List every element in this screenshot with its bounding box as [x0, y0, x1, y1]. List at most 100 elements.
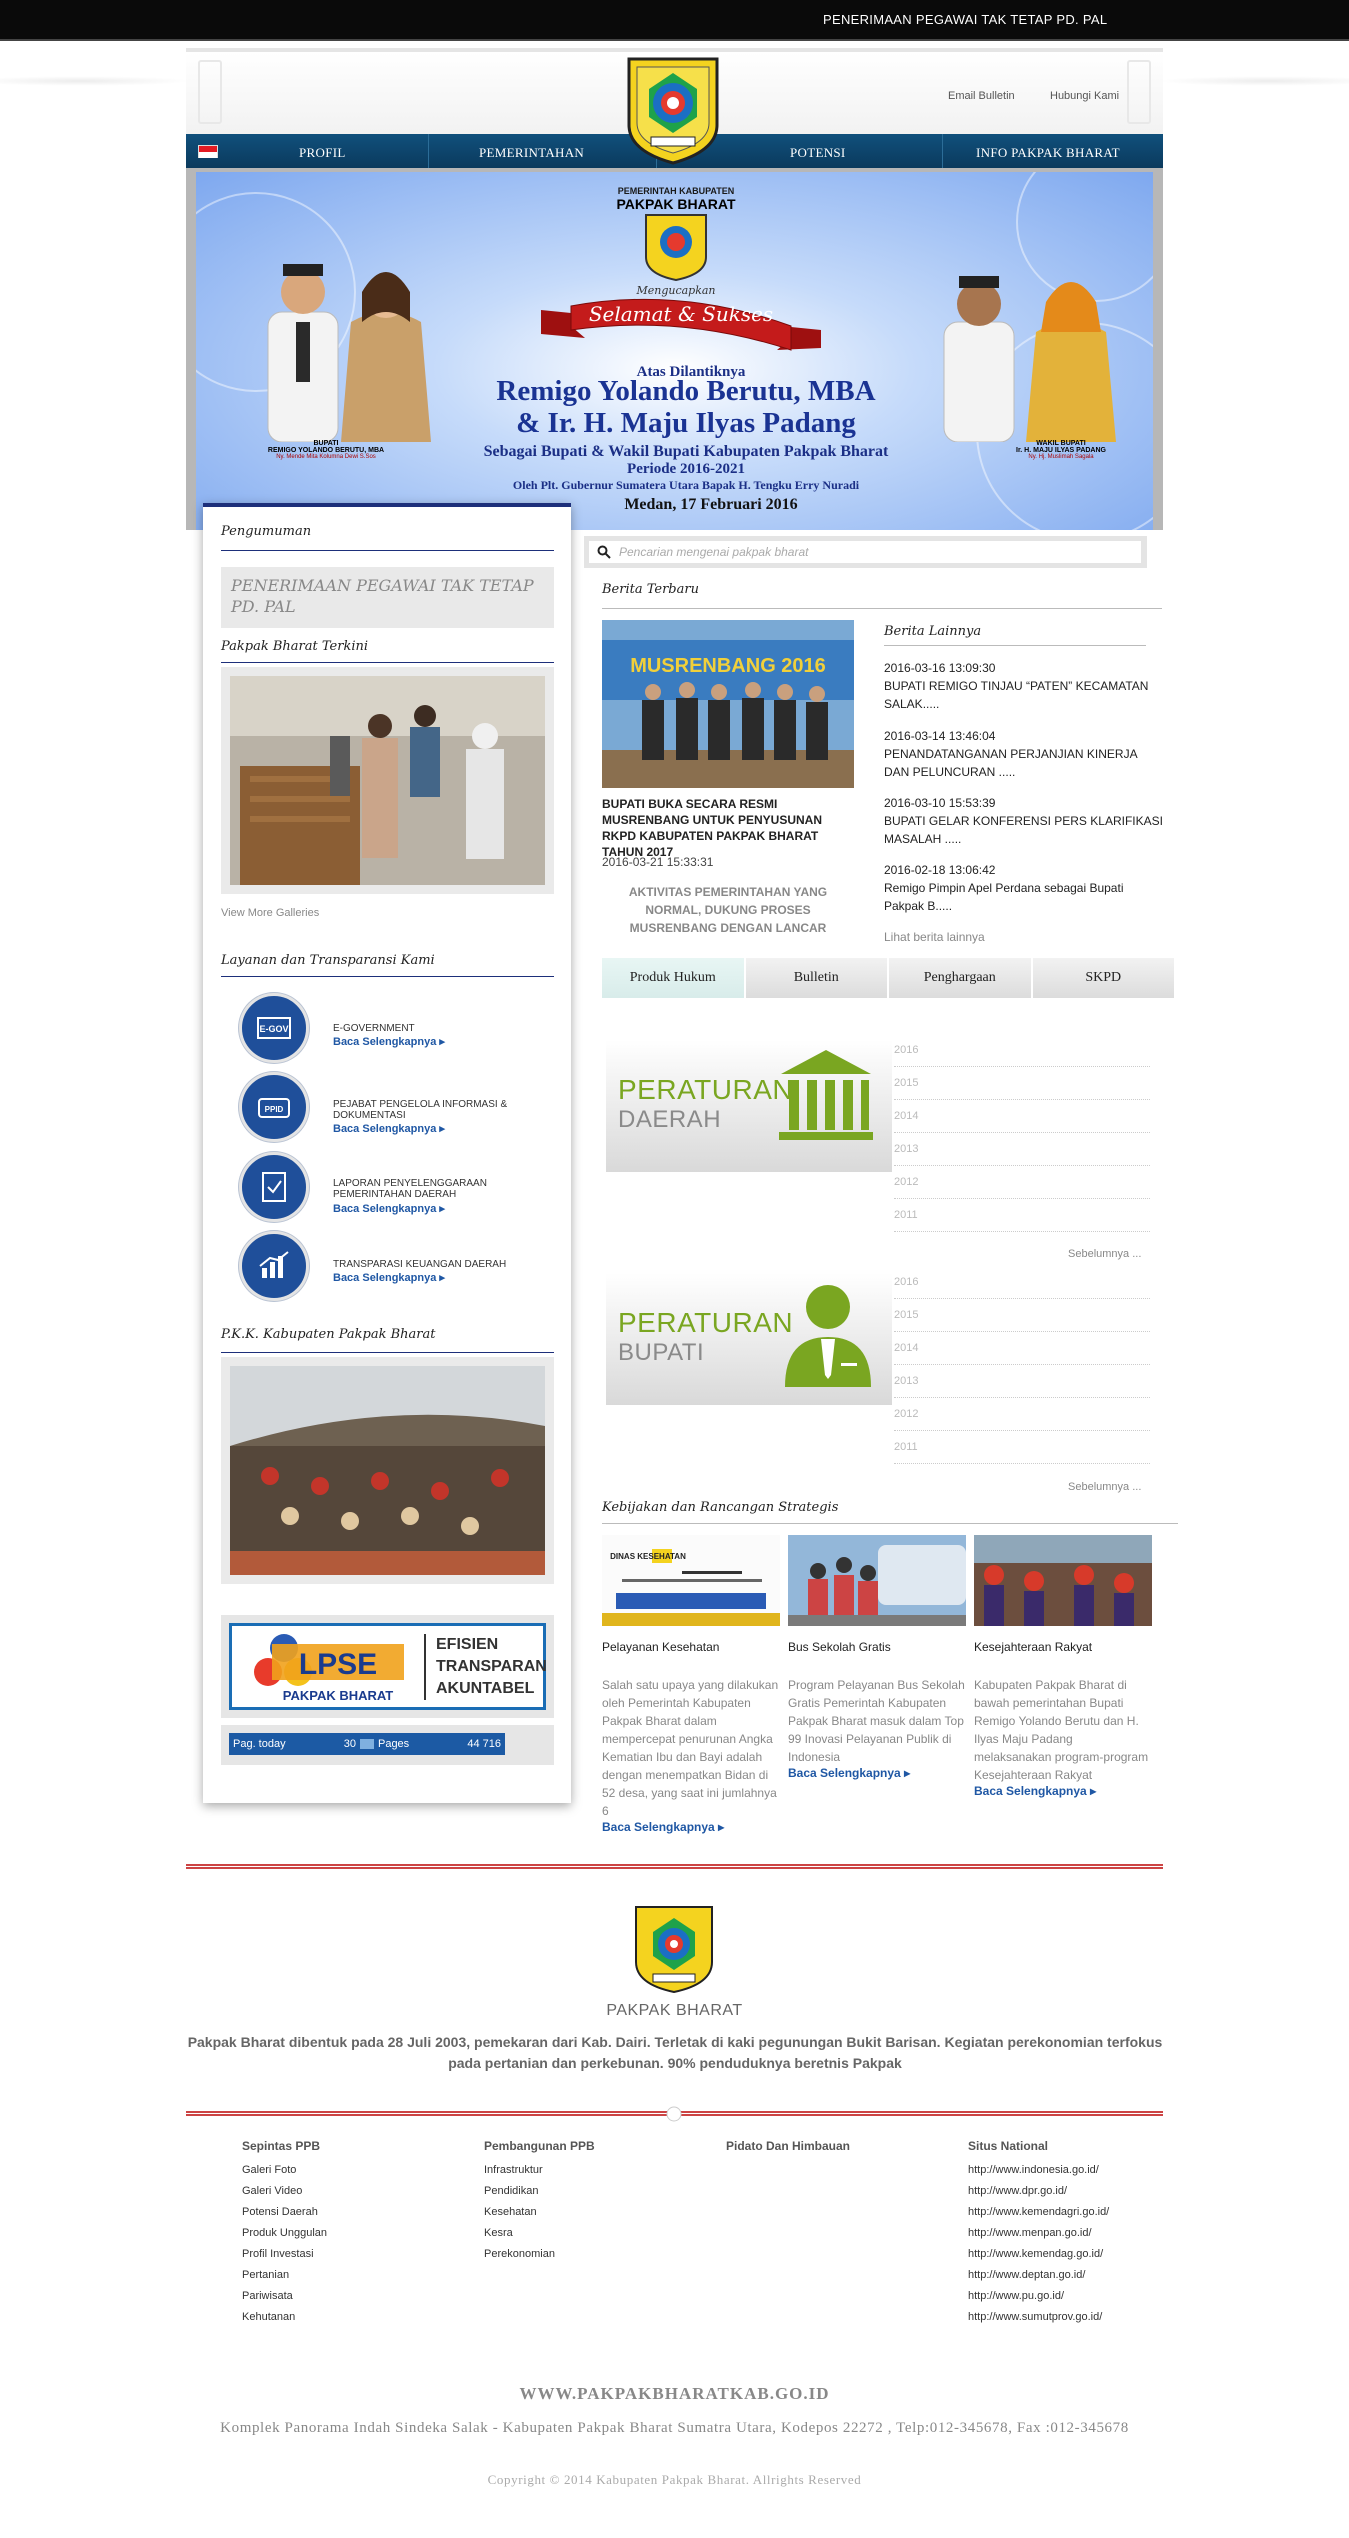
- other-news-item[interactable]: 2016-03-16 13:09:30 BUPATI REMIGO TINJAU …: [884, 659, 1164, 713]
- lpse-sub-text: PAKPAK BHARAT: [283, 1688, 394, 1703]
- year-link[interactable]: 2013: [894, 1133, 1150, 1166]
- lpse-divider: [424, 1634, 426, 1700]
- footer-link[interactable]: http://www.dpr.go.id/: [968, 2185, 1188, 2206]
- policy-card[interactable]: Bus Sekolah Gratis Program Pelayanan Bus…: [788, 1535, 966, 1780]
- email-bulletin-link[interactable]: Email Bulletin: [948, 90, 1015, 102]
- year-link[interactable]: 2014: [894, 1332, 1150, 1365]
- footer-link[interactable]: Pendidikan: [484, 2185, 704, 2206]
- peraturan-daerah-card[interactable]: PERATURAN DAERAH: [606, 1040, 892, 1172]
- gallery-title: Pakpak Bharat Terkini: [221, 639, 369, 654]
- footer-logo[interactable]: [633, 1904, 715, 1994]
- year-link[interactable]: 2013: [894, 1365, 1150, 1398]
- footer-link[interactable]: Produk Unggulan: [242, 2227, 462, 2248]
- footer-link[interactable]: Kehutanan: [242, 2311, 462, 2332]
- policy-card[interactable]: DINAS KESEHATAN Pelayanan Kesehatan Sala…: [602, 1535, 780, 1834]
- footer-link[interactable]: http://www.kemendagri.go.id/: [968, 2206, 1188, 2227]
- footer-website[interactable]: WWW.PAKPAKBHARATKAB.GO.ID: [0, 2384, 1349, 2404]
- more-news-link[interactable]: Lihat berita lainnya: [884, 930, 985, 944]
- footer-link[interactable]: Infrastruktur: [484, 2164, 704, 2185]
- policy-text: Program Pelayanan Bus Sekolah Gratis Pem…: [788, 1678, 965, 1764]
- year-link[interactable]: 2011: [894, 1199, 1150, 1232]
- read-more-link[interactable]: Baca Selengkapnya ▸: [333, 1122, 445, 1135]
- footer-link[interactable]: Kesehatan: [484, 2206, 704, 2227]
- footer-name: PAKPAK BHARAT: [606, 2002, 743, 2019]
- year-link[interactable]: 2012: [894, 1166, 1150, 1199]
- section-divider: [221, 662, 554, 663]
- footer-link[interactable]: http://www.sumutprov.go.id/: [968, 2311, 1188, 2332]
- year-link[interactable]: 2011: [894, 1431, 1150, 1464]
- year-link[interactable]: 2014: [894, 1100, 1150, 1133]
- other-news-item[interactable]: 2016-02-18 13:06:42 Remigo Pimpin Apel Pe…: [884, 861, 1164, 915]
- banner-text: PAKPAK BHARAT: [616, 196, 736, 212]
- footer-link[interactable]: Pariwisata: [242, 2290, 462, 2311]
- service-finance[interactable]: TRANSPARASI KEUANGAN DAERAH Baca Selengk…: [239, 1231, 559, 1303]
- banner-image[interactable]: PEMERINTAH KABUPATEN PAKPAK BHARAT Mengu…: [196, 172, 1153, 530]
- previous-link[interactable]: Sebelumnya ...: [1068, 1248, 1141, 1260]
- footer-link[interactable]: http://www.kemendag.go.id/: [968, 2248, 1188, 2269]
- policy-card[interactable]: Kesejahteraan Rakyat Kabupaten Pakpak Bh…: [974, 1535, 1152, 1798]
- ppid-icon: PPID: [239, 1072, 309, 1142]
- service-ppid[interactable]: PPID PEJABAT PENGELOLA INFORMASI & DOKUM…: [239, 1072, 559, 1144]
- contact-link[interactable]: Hubungi Kami: [1050, 90, 1119, 102]
- read-more-link[interactable]: Baca Selengkapnya ▸: [333, 1271, 445, 1284]
- footer-link[interactable]: Kesra: [484, 2227, 704, 2248]
- year-link[interactable]: 2016: [894, 1034, 1150, 1067]
- peraturan-bupati-card[interactable]: PERATURAN BUPATI: [606, 1273, 892, 1405]
- year-link[interactable]: 2016: [894, 1266, 1150, 1299]
- tab-penghargaan[interactable]: Penghargaan: [889, 958, 1033, 998]
- read-more-link[interactable]: Baca Selengkapnya ▸: [974, 1784, 1152, 1798]
- footer-link[interactable]: http://www.pu.go.id/: [968, 2290, 1188, 2311]
- policy-image: DINAS KESEHATAN: [602, 1535, 780, 1626]
- read-more-link[interactable]: Baca Selengkapnya ▸: [333, 1202, 445, 1215]
- regency-logo[interactable]: [625, 55, 721, 167]
- gallery-photo-frame[interactable]: [221, 667, 554, 894]
- footer-link[interactable]: Pertanian: [242, 2269, 462, 2290]
- read-more-link[interactable]: Baca Selengkapnya ▸: [788, 1766, 966, 1780]
- sidebar: Pengumuman PENERIMAAN PEGAWAI TAK TETAP …: [203, 503, 571, 1803]
- service-report[interactable]: LAPORAN PENYELENGGARAAN PEMERINTAHAN DAE…: [239, 1152, 559, 1224]
- gallery-photo: [230, 676, 545, 885]
- lpse-banner[interactable]: LPSE PAKPAK BHARAT EFISIEN TRANSPARAN AKUN…: [221, 1615, 554, 1718]
- year-link[interactable]: 2012: [894, 1398, 1150, 1431]
- nav-item-profil[interactable]: PROFIL: [299, 145, 346, 161]
- footer-link[interactable]: http://www.indonesia.go.id/: [968, 2164, 1188, 2185]
- headline-news-photo[interactable]: MUSRENBANG 2016: [602, 620, 854, 788]
- tab-bulletin[interactable]: Bulletin: [745, 958, 889, 998]
- tab-skpd[interactable]: SKPD: [1032, 958, 1176, 998]
- footer-link[interactable]: Potensi Daerah: [242, 2206, 462, 2227]
- search-placeholder: Pencarian mengenai pakpak bharat: [619, 545, 809, 559]
- news-ticker[interactable]: PENERIMAAN PEGAWAI TAK TETAP PD. PAL: [823, 12, 1107, 27]
- policy-text: Salah satu upaya yang dilakukan oleh Pem…: [602, 1678, 779, 1818]
- footer-link[interactable]: Perekonomian: [484, 2248, 704, 2269]
- service-egov[interactable]: E-GOV E-GOVERNMENT Baca Selengkapnya ▸: [239, 993, 559, 1065]
- other-news-item[interactable]: 2016-03-10 15:53:39 BUPATI GELAR KONFEREN…: [884, 794, 1164, 848]
- footer-link[interactable]: http://www.menpan.go.id/: [968, 2227, 1188, 2248]
- headline-news-title[interactable]: BUPATI BUKA SECARA RESMI MUSRENBANG UNTU…: [602, 796, 858, 860]
- layanan-title: Layanan dan Transparansi Kami: [221, 953, 435, 968]
- read-more-link[interactable]: Baca Selengkapnya ▸: [602, 1820, 780, 1834]
- nav-item-info[interactable]: INFO PAKPAK BHARAT: [976, 145, 1120, 161]
- section-divider: [221, 976, 554, 977]
- nav-item-potensi[interactable]: POTENSI: [790, 145, 846, 161]
- kebijakan-title: Kebijakan dan Rancangan Strategis: [602, 1500, 839, 1515]
- policy-image: [788, 1535, 966, 1626]
- search-input[interactable]: Pencarian mengenai pakpak bharat: [589, 541, 1141, 563]
- read-more-link[interactable]: Baca Selengkapnya ▸: [333, 1035, 445, 1048]
- announcement-item[interactable]: PENERIMAAN PEGAWAI TAK TETAP PD. PAL: [221, 567, 554, 628]
- pkk-photo-frame[interactable]: [221, 1357, 554, 1584]
- footer-link[interactable]: Profil Investasi: [242, 2248, 462, 2269]
- view-more-galleries-link[interactable]: View More Galleries: [221, 907, 319, 919]
- perbup-year-list: 2016 2015 2014 2013 2012 2011: [894, 1266, 1150, 1464]
- previous-link[interactable]: Sebelumnya ...: [1068, 1481, 1141, 1493]
- year-link[interactable]: 2015: [894, 1299, 1150, 1332]
- footer-link[interactable]: http://www.deptan.go.id/: [968, 2269, 1188, 2290]
- perda-year-list: 2016 2015 2014 2013 2012 2011: [894, 1034, 1150, 1232]
- nav-divider: [942, 134, 943, 168]
- nav-item-pemerintahan[interactable]: PEMERINTAHAN: [479, 145, 584, 161]
- year-link[interactable]: 2015: [894, 1067, 1150, 1100]
- footer-link[interactable]: Galeri Foto: [242, 2164, 462, 2185]
- other-news-item[interactable]: 2016-03-14 13:46:04 PENANDATANGANAN PERJA…: [884, 727, 1164, 781]
- footer-link[interactable]: Galeri Video: [242, 2185, 462, 2206]
- tab-produk-hukum[interactable]: Produk Hukum: [602, 958, 746, 998]
- indonesia-flag-icon[interactable]: [198, 145, 218, 158]
